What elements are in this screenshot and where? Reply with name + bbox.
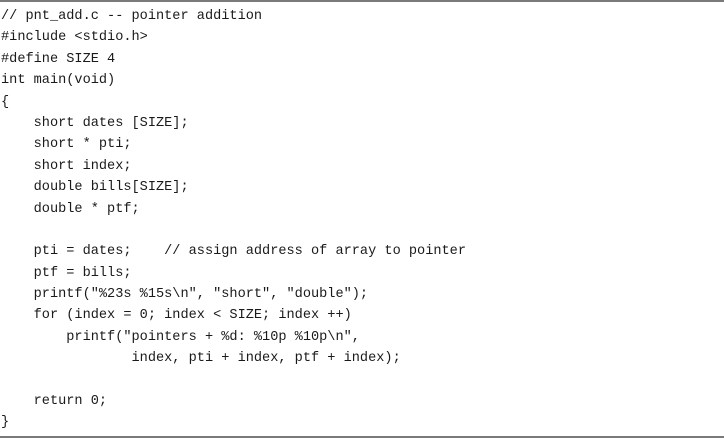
code-line: #include <stdio.h> <box>1 30 148 46</box>
code-line: #define SIZE 4 <box>1 51 116 67</box>
code-line: short * pti; <box>1 137 132 153</box>
code-line: printf("pointers + %d: %10p %10p\n", <box>1 329 360 345</box>
code-line: index, pti + index, ptf + index); <box>1 351 401 367</box>
code-line: return 0; <box>1 394 108 410</box>
code-line: short dates [SIZE]; <box>1 115 189 131</box>
code-line: for (index = 0; index < SIZE; index ++) <box>1 308 352 324</box>
code-line: double bills[SIZE]; <box>1 180 189 196</box>
code-line: } <box>1 415 10 431</box>
code-block: // pnt_add.c -- pointer addition #includ… <box>0 6 466 434</box>
code-line: pti = dates; // assign address of array … <box>1 244 466 260</box>
code-line: ptf = bills; <box>1 265 132 281</box>
code-line: int main(void) <box>1 73 116 89</box>
code-line: double * ptf; <box>1 201 140 217</box>
code-line: short index; <box>1 158 132 174</box>
code-line: // pnt_add.c -- pointer addition <box>1 9 263 24</box>
code-listing: // pnt_add.c -- pointer addition #includ… <box>0 0 724 438</box>
code-line: printf("%23s %15s\n", "short", "double")… <box>1 287 369 303</box>
code-line: { <box>1 94 10 110</box>
